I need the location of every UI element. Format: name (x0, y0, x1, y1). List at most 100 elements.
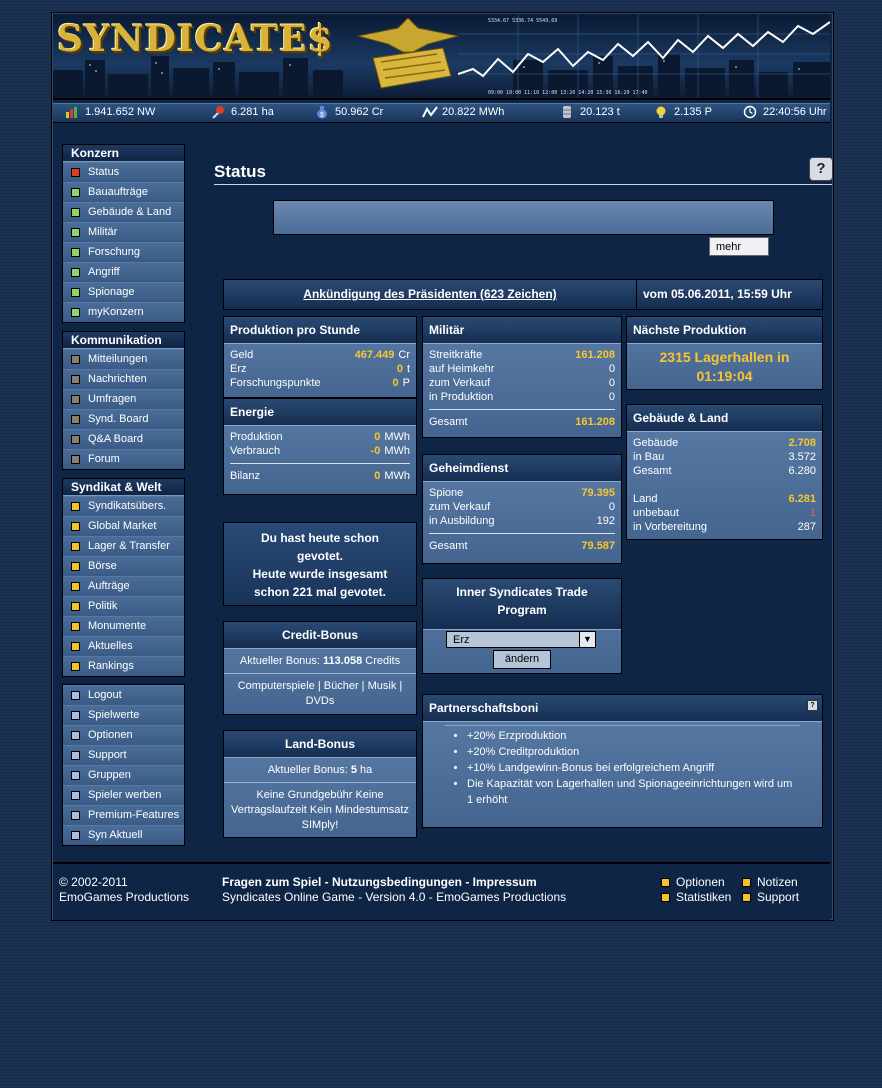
sidebar-item-label: Spionage (88, 286, 135, 298)
footer-notizen-link[interactable]: Notizen (757, 875, 798, 890)
networth-icon (65, 105, 79, 119)
help-icon[interactable]: ? (809, 157, 833, 181)
musik-link[interactable]: Musik (368, 680, 397, 692)
sidebar-item-komm-5[interactable]: Forum (63, 449, 184, 469)
sidebar-item-label: Politik (88, 600, 118, 612)
sidebar-item-komm-1[interactable]: Nachrichten (63, 369, 184, 389)
dvds-link[interactable]: DVDs (306, 695, 335, 707)
footer-statistiken-link[interactable]: Statistiken (676, 890, 736, 905)
sidebar-item-konzern-6[interactable]: Spionage (63, 282, 184, 302)
sidebar-item-konzern-5[interactable]: Angriff (63, 262, 184, 282)
sidebar-item-syndikat-5[interactable]: Politik (63, 596, 184, 616)
sidebar-item-misc-4[interactable]: Gruppen (63, 765, 184, 785)
sidebar-item-misc-2[interactable]: Optionen (63, 725, 184, 745)
footer: © 2002-2011 EmoGames Productions Fragen … (53, 862, 830, 920)
sidebar-item-konzern-3[interactable]: Militär (63, 222, 184, 242)
partner-bonus-item: +20% Creditproduktion (467, 744, 798, 760)
sidebar-item-misc-7[interactable]: Syn Aktuell (63, 825, 184, 845)
sidebar-item-konzern-1[interactable]: Bauaufträge (63, 182, 184, 202)
trade-resource-select[interactable]: Erz ▼ (446, 631, 596, 648)
computerspiele-link[interactable]: Computerspiele (238, 680, 315, 692)
sidebar-item-syndikat-8[interactable]: Rankings (63, 656, 184, 676)
statistiken-bullet-icon (661, 893, 670, 902)
stat-row: Geld 467.449 Cr (230, 349, 410, 361)
sidebar-item-label: Gruppen (88, 769, 131, 781)
partner-bonus-item: Die Kapazität von Lagerhallen und Spiona… (467, 776, 798, 808)
land-bonus-ad-text[interactable]: Keine Grundgebühr Keine Vertragslaufzeit… (224, 782, 416, 833)
menu-syndikat-title: Syndikat & Welt (63, 479, 184, 496)
menu-bullet-icon (71, 642, 80, 651)
sidebar-item-misc-6[interactable]: Premium-Features (63, 805, 184, 825)
sidebar-item-label: Angriff (88, 266, 120, 278)
footer-version: Syndicates Online Game - Version 4.0 - E… (222, 890, 567, 904)
chevron-down-icon[interactable]: ▼ (579, 632, 595, 647)
sidebar-item-misc-1[interactable]: Spielwerte (63, 705, 184, 725)
stat-row: Produktion 0 MWh (230, 431, 410, 443)
footer-optionen-link[interactable]: Optionen (676, 875, 736, 890)
sidebar-item-label: Aktuelles (88, 640, 133, 652)
sidebar-item-misc-0[interactable]: Logout (63, 685, 184, 705)
menu-kommunikation: Kommunikation Mitteilungen Nachrichten Umf… (62, 331, 185, 470)
vote-panel: Du hast heute schon gevotet. Heute wurde… (223, 522, 417, 606)
credits-stat: $ 50.962 Cr (315, 105, 383, 119)
stat-row: unbebaut 1 (633, 507, 816, 519)
menu-bullet-icon (71, 731, 80, 740)
stat-row: in Vorbereitung 287 (633, 521, 816, 533)
sidebar-item-syndikat-1[interactable]: Global Market (63, 516, 184, 536)
menu-bullet-icon (71, 562, 80, 571)
sidebar-item-label: Forum (88, 453, 120, 465)
land-bonus-panel: Land-Bonus Aktueller Bonus: 5 ha Keine G… (223, 730, 417, 838)
menu-bullet-icon (71, 308, 80, 317)
sidebar-item-komm-0[interactable]: Mitteilungen (63, 349, 184, 369)
stat-row: Forschungspunkte 0 P (230, 377, 410, 389)
panel-naechste-produktion: Nächste Produktion 2315 Lagerhallen in 0… (626, 316, 823, 390)
aendern-button[interactable]: ändern (493, 650, 551, 669)
sidebar-item-komm-3[interactable]: Synd. Board (63, 409, 184, 429)
sidebar-item-syndikat-4[interactable]: Aufträge (63, 576, 184, 596)
sidebar-item-label: Gebäude & Land (88, 206, 172, 218)
mehr-button[interactable]: mehr (709, 237, 769, 256)
sidebar-item-label: Status (88, 166, 120, 178)
resource-status-bar: 1.941.652 NW 6.281 ha $ 50.962 Cr 20.822… (53, 103, 830, 123)
menu-misc: Logout Spielwerte Optionen Support Gruppen Sp… (62, 684, 185, 846)
sidebar-item-konzern-7[interactable]: myKonzern (63, 302, 184, 322)
buecher-link[interactable]: Bücher (324, 680, 359, 692)
page-title: Status (214, 162, 266, 181)
sidebar-item-komm-4[interactable]: Q&A Board (63, 429, 184, 449)
sidebar-item-syndikat-6[interactable]: Monumente (63, 616, 184, 636)
sidebar-item-syndikat-7[interactable]: Aktuelles (63, 636, 184, 656)
footer-links[interactable]: Fragen zum Spiel - Nutzungsbedingungen -… (222, 875, 566, 890)
footer-support-link[interactable]: Support (757, 890, 799, 905)
sidebar-item-konzern-0[interactable]: Status (63, 162, 184, 182)
svg-text:5334.67 5336.74 5549.69: 5334.67 5336.74 5549.69 (488, 18, 557, 24)
panel-partner-title: Partnerschaftsboni (423, 695, 822, 722)
announcement-link[interactable]: Ankündigung des Präsidenten (623 Zeichen… (303, 287, 556, 301)
panel-militaer-title: Militär (423, 317, 621, 344)
menu-bullet-icon (71, 522, 80, 531)
sidebar-item-syndikat-0[interactable]: Syndikatsübers. (63, 496, 184, 516)
svg-text:$: $ (320, 112, 324, 119)
sidebar-item-syndikat-2[interactable]: Lager & Transfer (63, 536, 184, 556)
announcement-date: vom 05.06.2011, 15:59 Uhr (643, 287, 792, 301)
menu-bullet-icon (71, 711, 80, 720)
light-bulb-icon (654, 105, 668, 119)
money-bag-icon: $ (315, 105, 329, 119)
menu-syndikat-welt: Syndikat & Welt Syndikatsübers. Global Ma… (62, 478, 185, 677)
sidebar-item-label: Global Market (88, 520, 157, 532)
energie-bilanz-row: Bilanz 0 MWh (230, 470, 410, 482)
sidebar-item-misc-3[interactable]: Support (63, 745, 184, 765)
sidebar-item-label: Nachrichten (88, 373, 147, 385)
menu-bullet-icon (71, 395, 80, 404)
sidebar-item-syndikat-3[interactable]: Börse (63, 556, 184, 576)
sidebar-item-konzern-2[interactable]: Gebäude & Land (63, 202, 184, 222)
sidebar-item-label: Q&A Board (88, 433, 144, 445)
sidebar-item-konzern-4[interactable]: Forschung (63, 242, 184, 262)
sidebar-item-misc-5[interactable]: Spieler werben (63, 785, 184, 805)
panel-militaer: Militär Streitkräfte 161.208 auf Heimkehr 0… (422, 316, 622, 438)
menu-bullet-icon (71, 455, 80, 464)
help-icon[interactable]: ? (807, 700, 818, 711)
stat-row: Streitkräfte 161.208 (429, 349, 615, 361)
sidebar-item-label: Forschung (88, 246, 140, 258)
stat-row: Verbrauch -0 MWh (230, 445, 410, 457)
sidebar-item-komm-2[interactable]: Umfragen (63, 389, 184, 409)
